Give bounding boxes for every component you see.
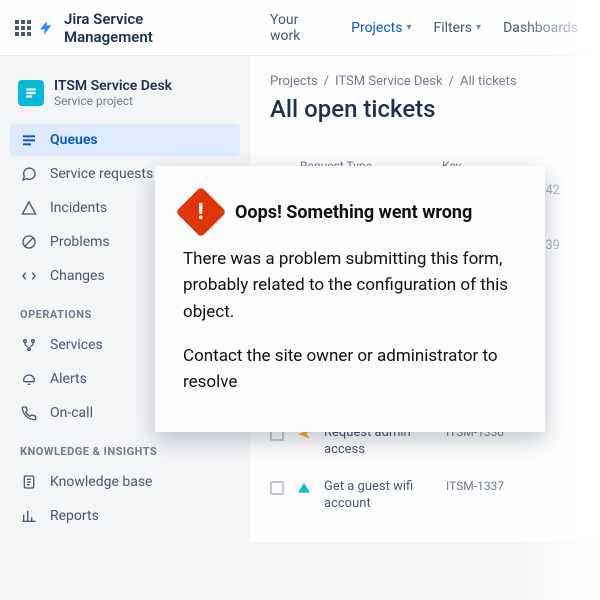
sidebar-item-label: Incidents [50,200,107,216]
breadcrumb: Projects / ITSM Service Desk / All ticke… [270,74,580,89]
ticket-key: ITSM-1337 [446,479,504,493]
queues-icon [20,132,38,148]
triangle-warning-icon [20,200,38,216]
sidebar-item-reports[interactable]: Reports [10,500,240,532]
arrows-icon [20,268,38,284]
table-row[interactable]: Get a guest wifi account ITSM-1337 [270,469,580,523]
sidebar-item-label: Knowledge base [50,474,152,490]
breadcrumb-item[interactable]: ITSM Service Desk [335,74,443,89]
chevron-down-icon: ▾ [406,22,411,33]
nav-projects[interactable]: Projects ▾ [343,14,419,42]
error-icon: ! [176,187,227,238]
sidebar-item-label: On-call [50,405,93,421]
jira-logo-icon [38,20,54,36]
error-body: There was a problem submitting this form… [183,246,517,396]
sidebar-item-label: Changes [50,268,105,284]
comment-icon [20,166,38,182]
sidebar-item-label: Services [50,337,103,353]
sidebar-item-label: Alerts [50,371,87,387]
error-modal: ! Oops! Something went wrong There was a… [155,166,545,432]
sidebar-item-queues[interactable]: Queues [10,124,240,156]
error-paragraph: Contact the site owner or administrator … [183,343,517,396]
slash-circle-icon [20,234,38,250]
sidebar-heading-knowledge: Knowledge & Insights [10,431,240,464]
bell-icon [20,371,38,387]
nav-filters[interactable]: Filters ▾ [426,14,490,42]
top-nav: Jira Service Management Your work Projec… [0,0,600,56]
breadcrumb-item[interactable]: All tickets [460,74,517,89]
branches-icon [20,337,38,353]
chart-icon [20,508,38,524]
wifi-icon [296,479,312,495]
ticket-summary: Get a guest wifi account [324,479,434,513]
sidebar-item-label: Reports [50,508,99,524]
sidebar-item-label: Problems [50,234,110,250]
project-name: ITSM Service Desk [54,78,172,94]
phone-icon [20,405,38,421]
checkbox[interactable] [270,481,284,495]
nav-your-work[interactable]: Your work [262,6,337,50]
error-title: Oops! Something went wrong [235,202,472,223]
nav-filters-label: Filters [434,20,473,36]
nav-dashboards[interactable]: Dashboards [495,14,586,42]
project-avatar-icon [18,80,44,106]
chevron-down-icon: ▾ [476,22,481,33]
sidebar-item-label: Queues [50,132,98,148]
app-switcher-icon[interactable] [14,19,32,37]
project-header[interactable]: ITSM Service Desk Service project [10,74,240,122]
error-paragraph: There was a problem submitting this form… [183,246,517,325]
sidebar-item-label: Service requests [50,166,153,182]
sidebar-item-knowledge-base[interactable]: Knowledge base [10,466,240,498]
breadcrumb-item[interactable]: Projects [270,74,318,89]
product-name: Jira Service Management [64,10,227,46]
project-subtitle: Service project [54,94,172,108]
page-title: All open tickets [270,95,580,123]
nav-projects-label: Projects [351,20,402,36]
doc-icon [20,474,38,490]
